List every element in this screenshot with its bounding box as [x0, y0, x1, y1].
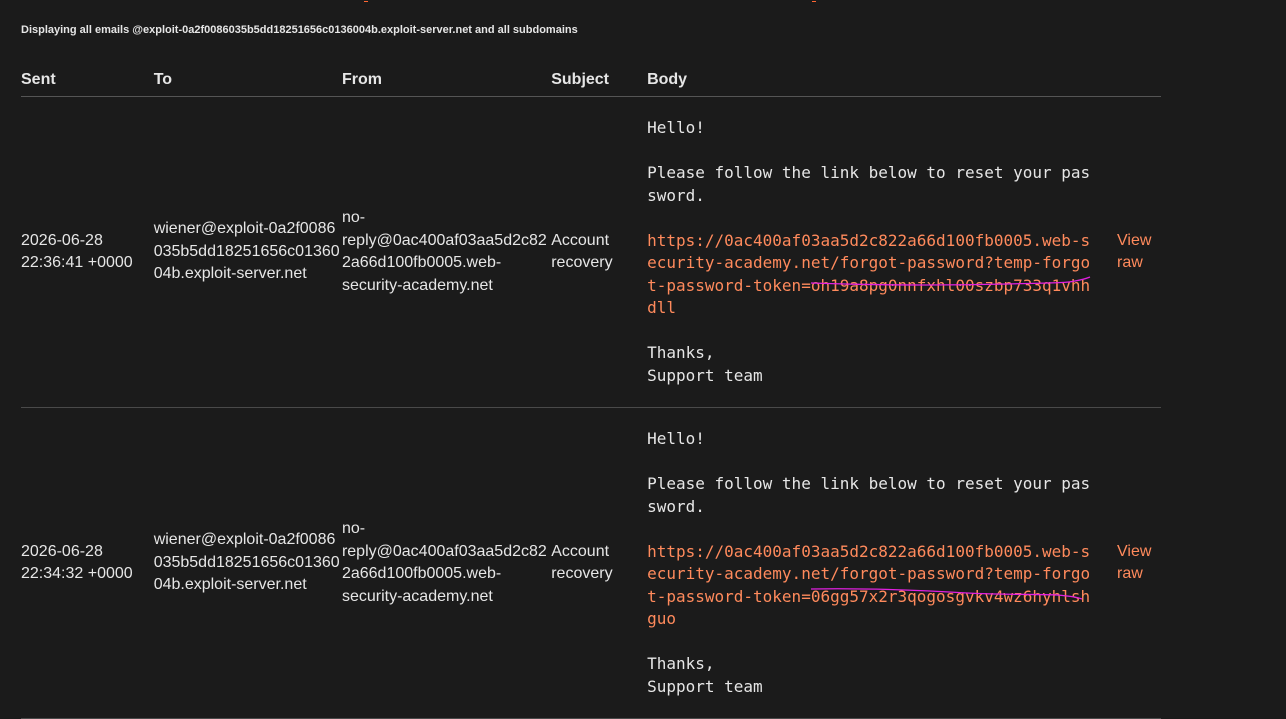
view-raw-link[interactable]: View raw: [1114, 230, 1161, 275]
token-underline-annotation: [811, 588, 1083, 600]
body-thanks: Thanks,: [647, 654, 715, 673]
page-header-cutoff: [350, 0, 870, 2]
body-greeting: Hello!: [647, 429, 705, 448]
column-header-to: To: [153, 62, 342, 97]
email-subject: Account recovery: [551, 407, 648, 719]
email-subject: Account recovery: [551, 96, 648, 408]
header-dot-icon: [364, 1, 368, 2]
email-body: Hello! Please follow the link below to r…: [647, 407, 1114, 719]
email-sender: no-reply@0ac400af03aa5d2c822a66d100fb000…: [341, 407, 552, 719]
token-underline-annotation: [811, 276, 1091, 286]
header-dot-icon: [812, 1, 817, 2]
column-header-actions: [1114, 62, 1161, 97]
email-recipient: wiener@exploit-0a2f0086035b5dd18251656c0…: [153, 96, 342, 408]
view-raw-link[interactable]: View raw: [1114, 541, 1161, 586]
column-header-sent: Sent: [21, 62, 154, 97]
view-raw-cell: View raw: [1114, 96, 1161, 408]
body-greeting: Hello!: [647, 118, 705, 137]
email-domain-notice: Displaying all emails @exploit-0a2f00860…: [21, 24, 578, 36]
body-thanks: Thanks,: [647, 343, 715, 362]
table-row: 2026-06-28 22:34:32 +0000 wiener@exploit…: [21, 407, 1161, 719]
table-header-row: Sent To From Subject Body: [21, 62, 1161, 97]
column-header-from: From: [341, 62, 552, 97]
column-header-body: Body: [647, 62, 1114, 97]
reset-password-link[interactable]: https://0ac400af03aa5d2c822a66d100fb0005…: [647, 542, 1090, 629]
email-sender: no-reply@0ac400af03aa5d2c822a66d100fb000…: [341, 96, 552, 408]
email-recipient: wiener@exploit-0a2f0086035b5dd18251656c0…: [153, 407, 342, 719]
table-row: 2026-06-28 22:36:41 +0000 wiener@exploit…: [21, 96, 1161, 408]
email-sent-time: 2026-06-28 22:36:41 +0000: [21, 96, 154, 408]
body-signature: Support team: [647, 365, 763, 385]
body-signature: Support team: [647, 676, 763, 696]
body-instruction: Please follow the link below to reset yo…: [647, 163, 1091, 205]
reset-password-link[interactable]: https://0ac400af03aa5d2c822a66d100fb0005…: [647, 231, 1090, 318]
body-instruction: Please follow the link below to reset yo…: [647, 474, 1091, 516]
email-table: Sent To From Subject Body 2026-06-28 22:…: [21, 62, 1161, 719]
email-body: Hello! Please follow the link below to r…: [647, 96, 1114, 408]
column-header-subject: Subject: [551, 62, 648, 97]
view-raw-cell: View raw: [1114, 407, 1161, 719]
email-sent-time: 2026-06-28 22:34:32 +0000: [21, 407, 154, 719]
